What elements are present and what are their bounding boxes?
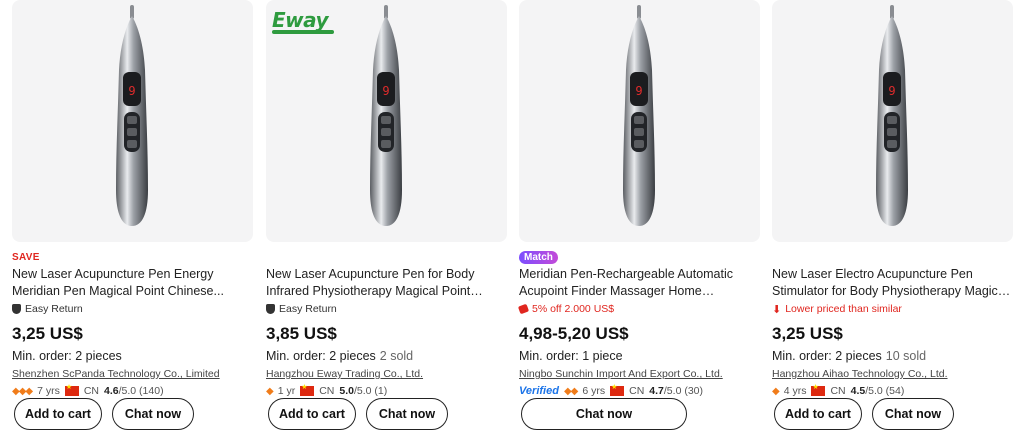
supplier-link[interactable]: Hangzhou Aihao Technology Co., Ltd. bbox=[772, 368, 1013, 381]
product-title[interactable]: New Laser Electro Acupuncture Pen Stimul… bbox=[772, 266, 1013, 300]
diamond-rank-icon: ◆ bbox=[266, 385, 274, 397]
supplier-meta: Verified ◆◆ 6 yrs CN 4.7/5.0 (30) bbox=[519, 383, 760, 398]
price: 4,98-5,20 US$ bbox=[519, 324, 629, 343]
svg-text:9: 9 bbox=[128, 84, 135, 98]
add-to-cart-button[interactable]: Add to cart bbox=[774, 398, 862, 430]
verified-badge: Verified bbox=[519, 385, 559, 397]
supplier-meta: ◆ 1 yr CN 5.0/5.0 (1) bbox=[266, 383, 507, 398]
product-image[interactable]: 9 Eway bbox=[266, 0, 507, 242]
chat-now-button[interactable]: Chat now bbox=[872, 398, 954, 430]
match-tag: Match bbox=[519, 250, 558, 264]
min-order: Min. order: 1 piece bbox=[519, 349, 623, 363]
supplier-link[interactable]: Shenzhen ScPanda Technology Co., Limited bbox=[12, 368, 253, 381]
easy-return-badge: Easy Return bbox=[266, 302, 507, 316]
price: 3,25 US$ bbox=[772, 324, 843, 343]
product-title[interactable]: Meridian Pen-Rechargeable Automatic Acup… bbox=[519, 266, 760, 300]
supplier-rating: 4.6/5.0 (140) bbox=[104, 385, 164, 397]
product-image[interactable]: 9 bbox=[519, 0, 760, 242]
min-order: Min. order: 2 pieces 10 sold bbox=[772, 349, 927, 363]
product-image[interactable]: 9 bbox=[12, 0, 253, 242]
eway-logo: Eway bbox=[272, 8, 334, 34]
supplier-meta: ◆◆◆ 7 yrs CN 4.6/5.0 (140) bbox=[12, 383, 253, 398]
supplier-meta: ◆ 4 yrs CN 4.5/5.0 (54) bbox=[772, 383, 1013, 398]
product-card[interactable]: 9 New Laser Electro Acupuncture Pen Stim… bbox=[772, 0, 1013, 433]
country-code: CN bbox=[830, 385, 846, 397]
acupuncture-pen-image: 9 bbox=[370, 5, 402, 226]
supplier-years: 6 yrs bbox=[582, 385, 606, 397]
country-code: CN bbox=[629, 385, 645, 397]
svg-text:9: 9 bbox=[382, 84, 389, 98]
svg-text:9: 9 bbox=[888, 84, 895, 98]
chat-now-button[interactable]: Chat now bbox=[112, 398, 194, 430]
china-flag-icon bbox=[811, 383, 826, 396]
shield-check-icon bbox=[12, 304, 21, 314]
country-code: CN bbox=[83, 385, 100, 397]
discount-badge: 5% off 2.000 US$ bbox=[517, 302, 760, 316]
supplier-rating: 5.0/5.0 (1) bbox=[339, 385, 388, 397]
country-code: CN bbox=[319, 385, 335, 397]
acupuncture-pen-image: 9 bbox=[116, 5, 148, 226]
min-order: Min. order: 2 pieces 2 sold bbox=[266, 349, 414, 363]
product-grid: 9 SAVE New Laser Acupuncture Pen Energy … bbox=[0, 0, 1024, 433]
chat-now-button[interactable]: Chat now bbox=[521, 398, 687, 430]
diamond-rank-icon: ◆◆ bbox=[563, 385, 578, 397]
supplier-link[interactable]: Ningbo Sunchin Import And Export Co., Lt… bbox=[519, 368, 760, 381]
diamond-rank-icon: ◆◆◆ bbox=[12, 385, 33, 397]
supplier-years: 4 yrs bbox=[783, 385, 807, 397]
acupuncture-pen-image: 9 bbox=[876, 5, 908, 226]
easy-return-badge: Easy Return bbox=[12, 302, 253, 316]
supplier-rating: 4.7/5.0 (30) bbox=[649, 385, 703, 397]
svg-text:9: 9 bbox=[635, 84, 642, 98]
product-card[interactable]: 9 Eway New Laser Acupuncture Pen for Bod… bbox=[266, 0, 507, 433]
arrow-down-icon: ⬇ bbox=[772, 303, 782, 316]
product-title[interactable]: New Laser Acupuncture Pen for Body Infra… bbox=[266, 266, 507, 300]
product-title[interactable]: New Laser Acupuncture Pen Energy Meridia… bbox=[12, 266, 253, 300]
product-image[interactable]: 9 bbox=[772, 0, 1013, 242]
chat-now-button[interactable]: Chat now bbox=[366, 398, 448, 430]
product-card[interactable]: 9 SAVE New Laser Acupuncture Pen Energy … bbox=[12, 0, 253, 433]
save-tag: SAVE bbox=[12, 251, 40, 263]
price: 3,85 US$ bbox=[266, 324, 337, 343]
supplier-years: 7 yrs bbox=[37, 385, 60, 397]
add-to-cart-button[interactable]: Add to cart bbox=[14, 398, 102, 430]
min-order: Min. order: 2 pieces bbox=[12, 349, 122, 363]
acupuncture-pen-image: 9 bbox=[623, 5, 655, 226]
discount-tag-icon bbox=[517, 303, 530, 315]
china-flag-icon bbox=[64, 383, 79, 396]
supplier-link[interactable]: Hangzhou Eway Trading Co., Ltd. bbox=[266, 368, 507, 381]
china-flag-icon bbox=[610, 383, 625, 396]
lower-price-badge: ⬇ Lower priced than similar bbox=[772, 303, 902, 316]
supplier-rating: 4.5/5.0 (54) bbox=[850, 385, 905, 397]
diamond-rank-icon: ◆ bbox=[772, 385, 780, 397]
price: 3,25 US$ bbox=[12, 324, 83, 343]
supplier-years: 1 yr bbox=[277, 385, 296, 397]
shield-check-icon bbox=[266, 304, 275, 314]
product-card[interactable]: 9 Match Meridian Pen-Rechargeable Automa… bbox=[517, 0, 760, 433]
add-to-cart-button[interactable]: Add to cart bbox=[268, 398, 356, 430]
china-flag-icon bbox=[300, 383, 315, 396]
